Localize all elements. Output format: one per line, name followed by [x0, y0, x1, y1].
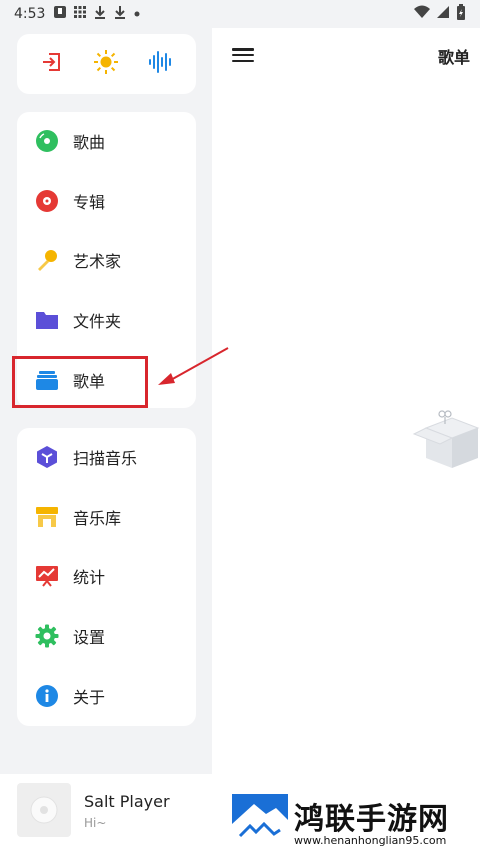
nav-item-label: 音乐库: [73, 509, 122, 528]
microphone-icon: [35, 248, 59, 272]
watermark-text: 鸿联手游网: [294, 802, 449, 837]
info-icon: [35, 684, 59, 708]
nav-item-label: 设置: [73, 628, 106, 647]
status-time: 4:53: [14, 6, 46, 22]
hamburger-icon[interactable]: [232, 46, 254, 64]
nav-item-label: 文件夹: [73, 312, 122, 331]
music-disc-icon: [35, 129, 59, 153]
download-icon: [93, 5, 107, 23]
quick-actions-card: [17, 34, 196, 94]
status-bar: 4:53: [0, 0, 480, 28]
signal-icon: [436, 5, 450, 23]
album-art[interactable]: [17, 783, 71, 837]
app-icon: [53, 5, 67, 23]
gear-icon: [35, 624, 59, 648]
nav-item-label: 艺术家: [73, 252, 122, 271]
download-icon: [113, 5, 127, 23]
nav-item-label: 歌曲: [73, 133, 106, 152]
grid-icon: [73, 5, 87, 23]
nav-item-music-library[interactable]: 音乐库: [17, 493, 196, 541]
chart-icon: [35, 564, 59, 588]
nav-item-artists[interactable]: 艺术家: [17, 236, 196, 284]
nav-item-about[interactable]: 关于: [17, 672, 196, 720]
nav-item-songs[interactable]: 歌曲: [17, 117, 196, 165]
nav-item-settings[interactable]: 设置: [17, 612, 196, 660]
status-right-icons: [414, 4, 466, 24]
nav-item-label: 统计: [73, 568, 106, 587]
nav-item-label: 扫描音乐: [73, 449, 138, 468]
player-track-title: Salt Player: [84, 792, 170, 811]
wifi-icon: [414, 5, 430, 23]
status-left-icons: [53, 5, 141, 23]
highlight-box: [12, 356, 148, 408]
watermark: 鸿联手游网 www.henanhonglian95.com: [232, 794, 472, 850]
arrow-icon: [155, 345, 231, 393]
main-content: 歌单: [212, 28, 480, 774]
nav-item-albums[interactable]: 专辑: [17, 177, 196, 225]
page-title: 歌单: [437, 48, 470, 67]
watermark-logo-icon: [232, 794, 288, 852]
dot-icon: [133, 6, 141, 22]
nav-item-scan-music[interactable]: 扫描音乐: [17, 433, 196, 481]
nav-item-label: 关于: [73, 688, 106, 707]
nav-item-label: 专辑: [73, 193, 106, 212]
waveform-icon[interactable]: [148, 50, 174, 78]
tools-card: 扫描音乐 音乐库 统计 设置 关于: [17, 428, 196, 726]
battery-icon: [456, 4, 466, 24]
store-icon: [35, 505, 59, 529]
watermark-url: www.henanhonglian95.com: [294, 834, 447, 847]
nav-item-folders[interactable]: 文件夹: [17, 296, 196, 344]
exit-icon[interactable]: [40, 50, 64, 78]
folder-icon: [35, 308, 59, 332]
empty-box-icon: [412, 408, 480, 474]
sun-icon[interactable]: [93, 49, 119, 79]
player-track-subtitle: Hi~: [84, 816, 107, 830]
nav-item-statistics[interactable]: 统计: [17, 552, 196, 600]
scan-icon: [35, 445, 59, 469]
album-icon: [35, 189, 59, 213]
